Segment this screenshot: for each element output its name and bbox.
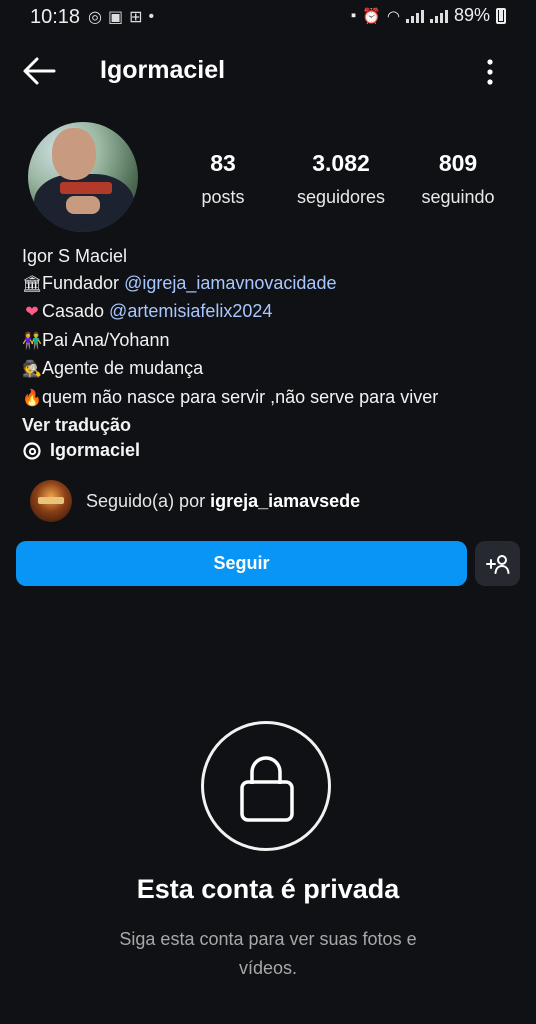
bio-line-agent: 🕵Agente de mudança bbox=[22, 355, 522, 384]
signal-icon bbox=[405, 9, 424, 23]
mention-link[interactable]: @igreja_iamavnovacidade bbox=[124, 273, 336, 293]
stat-following-label: seguindo bbox=[421, 187, 495, 207]
bio-line-founder-text: Fundador bbox=[42, 272, 125, 293]
stat-posts-value: 83 bbox=[210, 150, 236, 176]
followed-by[interactable]: Seguido(a) por igreja_iamavsede bbox=[30, 480, 360, 522]
stat-posts[interactable]: 83 posts bbox=[168, 150, 278, 208]
bio: Igor S Maciel 🏛Fundador @igreja_iamavnov… bbox=[22, 243, 522, 439]
bio-line-father: 👫Pai Ana/Yohann bbox=[22, 327, 522, 356]
followed-by-prefix: Seguido(a) por bbox=[86, 490, 211, 511]
stat-followers-value: 3.082 bbox=[312, 150, 370, 176]
wifi-icon: ◠ bbox=[386, 7, 400, 25]
private-title: Esta conta é privada bbox=[136, 874, 400, 904]
status-notification-icons: ◎ ▣ ⊞ • bbox=[88, 7, 154, 27]
bio-line-motto: 🔥quem não nasce para servir ,não serve p… bbox=[22, 384, 522, 413]
family-icon: 👫 bbox=[22, 332, 42, 350]
follower-avatar bbox=[30, 480, 72, 522]
signal-icon-2 bbox=[429, 9, 448, 23]
stat-following[interactable]: 809 seguindo bbox=[403, 150, 513, 208]
bio-line-married: ❤ Casado @artemisiafelix2024 bbox=[22, 298, 522, 327]
battery-percent: 89% bbox=[453, 5, 490, 25]
followed-by-text: Seguido(a) por igreja_iamavsede bbox=[86, 491, 360, 512]
image-icon: ▣ bbox=[107, 9, 124, 26]
follow-button[interactable]: Seguir bbox=[16, 541, 467, 586]
battery-saver-icon: ▪ bbox=[350, 7, 357, 24]
threads-icon bbox=[23, 441, 41, 460]
bio-line-married-text: Casado bbox=[42, 301, 110, 321]
private-subtitle: Siga esta conta para ver suas fotos e ví… bbox=[119, 929, 417, 978]
stat-posts-label: posts bbox=[201, 187, 245, 207]
stat-following-value: 809 bbox=[438, 150, 478, 176]
battery-icon bbox=[496, 7, 506, 24]
arrow-left-icon[interactable] bbox=[22, 56, 56, 86]
more-vertical-icon[interactable] bbox=[480, 58, 500, 86]
dot-icon: • bbox=[148, 8, 155, 25]
add-user-icon bbox=[485, 554, 509, 574]
alarm-icon: ⏰ bbox=[362, 7, 381, 25]
bio-line-founder: 🏛Fundador @igreja_iamavnovacidade bbox=[22, 270, 522, 299]
shapes-icon: ⊞ bbox=[129, 9, 143, 26]
suggest-users-button[interactable] bbox=[475, 541, 520, 586]
lock-badge bbox=[201, 721, 331, 851]
bio-line-father-text: Pai Ana/Yohann bbox=[42, 329, 170, 350]
heart-icon: ❤ bbox=[25, 304, 39, 321]
stat-followers-label: seguidores bbox=[296, 187, 386, 207]
stat-followers[interactable]: 3.082 seguidores bbox=[276, 150, 406, 208]
bio-line-motto-text: quem não nasce para servir ,não serve pa… bbox=[42, 386, 439, 407]
followed-by-user: igreja_iamavsede bbox=[210, 490, 361, 511]
status-system-icons: ▪ ⏰ ◠ 89% bbox=[351, 5, 506, 26]
fire-icon: 🔥 bbox=[22, 389, 42, 407]
avatar[interactable] bbox=[28, 122, 138, 232]
threads-link[interactable]: Igormaciel bbox=[22, 440, 140, 461]
bio-line-agent-text: Agente de mudança bbox=[42, 358, 204, 378]
whatsapp-icon: ◎ bbox=[88, 9, 102, 26]
translate-link[interactable]: Ver tradução bbox=[22, 412, 522, 439]
profile-name: Igor S Maciel bbox=[22, 246, 128, 266]
bank-icon: 🏛 bbox=[22, 275, 43, 293]
mention-link[interactable]: @artemisiafelix2024 bbox=[109, 301, 272, 321]
threads-handle: Igormaciel bbox=[50, 440, 141, 460]
lock-icon bbox=[240, 756, 294, 822]
page-title: Igormaciel bbox=[100, 56, 226, 84]
status-time: 10:18 bbox=[30, 6, 81, 28]
detective-icon: 🕵 bbox=[22, 361, 42, 378]
